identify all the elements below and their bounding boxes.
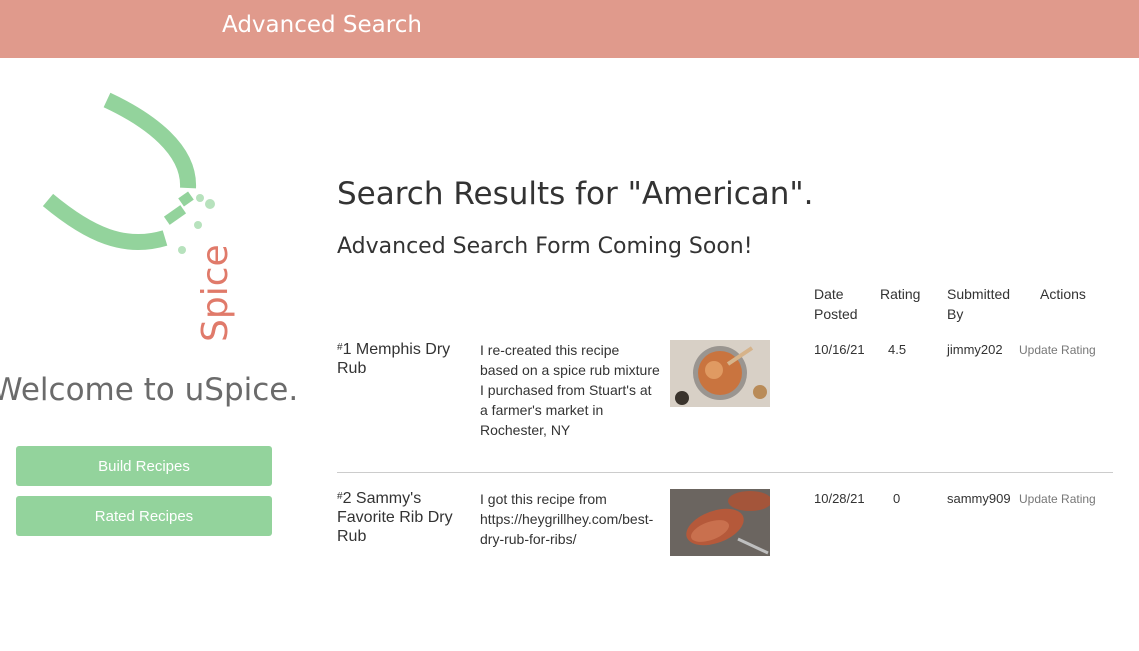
update-rating-link[interactable]: Update Rating	[1019, 340, 1096, 360]
logo-dot	[178, 246, 186, 254]
page-header-title[interactable]: Advanced Search	[222, 12, 422, 38]
update-rating-link[interactable]: Update Rating	[1019, 489, 1096, 509]
recipe-name-text: 2 Sammy's Favorite Rib Dry Rub	[337, 490, 453, 545]
column-header-date-posted: Date Posted	[814, 286, 858, 322]
logo-dash	[163, 205, 187, 225]
form-coming-soon-heading: Advanced Search Form Coming Soon!	[337, 234, 753, 259]
date-posted: 10/28/21	[814, 491, 865, 506]
rating-value: 4.5	[888, 342, 907, 357]
submitted-by: sammy909	[947, 491, 1011, 506]
logo-dash	[178, 191, 194, 207]
logo-u-shape	[103, 92, 196, 189]
rank-marker: #	[337, 491, 343, 502]
recipe-image	[670, 340, 770, 407]
logo-spice-text: Spice	[195, 244, 236, 342]
recipe-description: I got this recipe from https://heygrillh…	[480, 491, 654, 547]
logo-dot	[194, 221, 202, 229]
welcome-heading: Welcome to uSpice.	[0, 372, 299, 408]
recipe-name[interactable]: #2 Sammy's Favorite Rib Dry Rub	[337, 489, 457, 546]
build-recipes-button[interactable]: Build Recipes	[16, 446, 272, 486]
row-divider	[337, 472, 1113, 473]
column-header-actions: Actions	[1040, 286, 1086, 302]
recipe-name-text: 1 Memphis Dry Rub	[337, 341, 451, 377]
column-header-rating: Rating	[880, 286, 921, 302]
top-bar: Advanced Search	[0, 0, 1139, 58]
uspice-logo[interactable]: Spice	[30, 90, 250, 350]
recipe-image	[670, 489, 770, 556]
date-posted: 10/16/21	[814, 342, 865, 357]
rating-value: 0	[893, 491, 901, 506]
submitted-by: jimmy202	[947, 342, 1003, 357]
logo-u-bottom	[42, 193, 168, 251]
recipe-name[interactable]: #1 Memphis Dry Rub	[337, 340, 457, 378]
logo-dot	[196, 194, 204, 202]
logo-dot	[205, 199, 215, 209]
rated-recipes-button[interactable]: Rated Recipes	[16, 496, 272, 536]
column-header-submitted-by: Submitted By	[947, 286, 1011, 322]
rank-marker: #	[337, 342, 343, 353]
search-results-heading: Search Results for "American".	[337, 176, 814, 212]
recipe-description: I re-created this recipe based on a spic…	[480, 342, 660, 438]
